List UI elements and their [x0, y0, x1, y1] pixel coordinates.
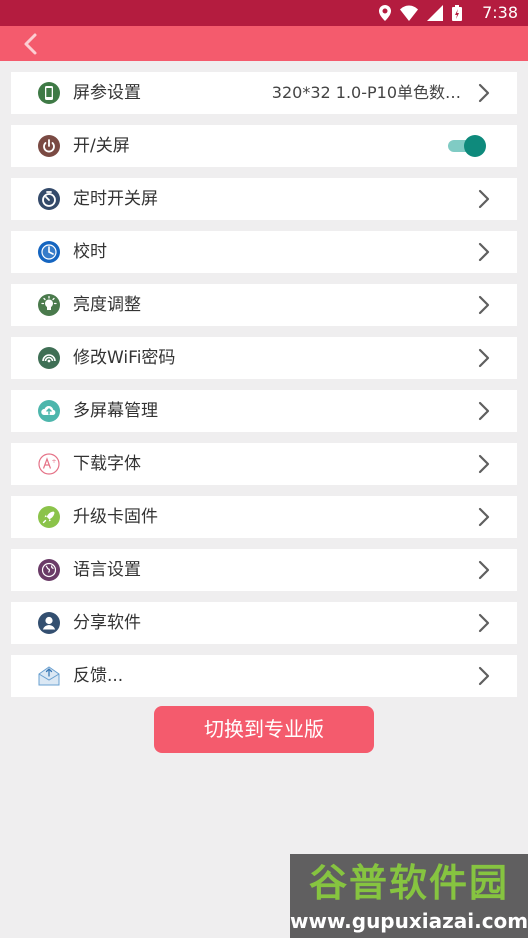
bulb-icon	[38, 294, 60, 316]
row-label: 校时	[73, 242, 107, 262]
row-label: 开/关屏	[73, 136, 130, 156]
power-icon	[38, 135, 60, 157]
switch-to-pro-button[interactable]: 切换到专业版	[154, 706, 374, 753]
row-label: 多屏幕管理	[73, 401, 158, 421]
wifi-signal-icon	[399, 5, 418, 21]
settings-row-share[interactable]: 分享软件	[11, 602, 517, 644]
row-label: 下载字体	[73, 454, 141, 474]
settings-row-download-font[interactable]: + 下载字体	[11, 443, 517, 485]
settings-row-time-sync[interactable]: 校时	[11, 231, 517, 273]
chevron-right-icon	[478, 507, 490, 527]
status-icons	[375, 5, 462, 21]
location-icon	[378, 5, 391, 21]
chevron-right-icon	[478, 613, 490, 633]
cell-signal-icon	[426, 5, 443, 21]
chevron-right-icon	[478, 401, 490, 421]
cloud-upload-icon	[38, 400, 60, 422]
toggle-thumb	[464, 135, 486, 157]
user-icon	[38, 612, 60, 634]
globe-icon	[38, 559, 60, 581]
rocket-icon	[38, 506, 60, 528]
screen-params-value: 320*32 1.0-P10单色数…	[271, 83, 461, 102]
watermark: 谷普软件园 www.gupuxiazai.com	[290, 854, 528, 938]
chevron-right-icon	[478, 242, 490, 262]
chevron-right-icon	[478, 348, 490, 368]
font-icon: +	[38, 453, 60, 475]
settings-list: 屏参设置 320*32 1.0-P10单色数… 开/关屏 定时开关屏 校时 亮度…	[11, 72, 517, 697]
chevron-right-icon	[478, 295, 490, 315]
settings-row-multi-screen[interactable]: 多屏幕管理	[11, 390, 517, 432]
settings-row-feedback[interactable]: 反馈...	[11, 655, 517, 697]
row-label: 反馈...	[73, 666, 124, 686]
settings-row-upgrade-firmware[interactable]: 升级卡固件	[11, 496, 517, 538]
row-label: 修改WiFi密码	[73, 348, 176, 368]
row-label: 语言设置	[73, 560, 141, 580]
settings-row-language[interactable]: 语言设置	[11, 549, 517, 591]
chevron-right-icon	[478, 666, 490, 686]
screen-power-toggle[interactable]	[446, 135, 486, 157]
row-label: 分享软件	[73, 613, 141, 633]
chevron-right-icon	[478, 83, 490, 103]
row-label: 亮度调整	[73, 295, 141, 315]
status-bar: 7:38	[0, 0, 528, 26]
back-button[interactable]	[18, 32, 44, 56]
settings-row-wifi-password[interactable]: 修改WiFi密码	[11, 337, 517, 379]
row-label: 升级卡固件	[73, 507, 158, 527]
chevron-right-icon	[478, 560, 490, 580]
chevron-left-icon	[24, 33, 37, 55]
battery-icon	[452, 5, 462, 21]
clock-icon	[38, 241, 60, 263]
settings-row-brightness[interactable]: 亮度调整	[11, 284, 517, 326]
svg-text:+: +	[52, 458, 57, 465]
toolbar	[0, 26, 528, 61]
chevron-right-icon	[478, 189, 490, 209]
mail-icon	[38, 666, 60, 686]
settings-row-timer-power[interactable]: 定时开关屏	[11, 178, 517, 220]
chevron-right-icon	[478, 454, 490, 474]
timer-icon	[38, 188, 60, 210]
wifi-icon	[38, 347, 60, 369]
watermark-title: 谷普软件园	[308, 861, 509, 905]
phone-icon	[38, 82, 60, 104]
settings-row-screen-power[interactable]: 开/关屏	[11, 125, 517, 167]
watermark-url: www.gupuxiazai.com	[290, 909, 528, 933]
settings-row-screen-params[interactable]: 屏参设置 320*32 1.0-P10单色数…	[11, 72, 517, 114]
row-label: 定时开关屏	[73, 189, 158, 209]
status-time: 7:38	[482, 3, 518, 22]
row-label: 屏参设置	[73, 83, 141, 103]
